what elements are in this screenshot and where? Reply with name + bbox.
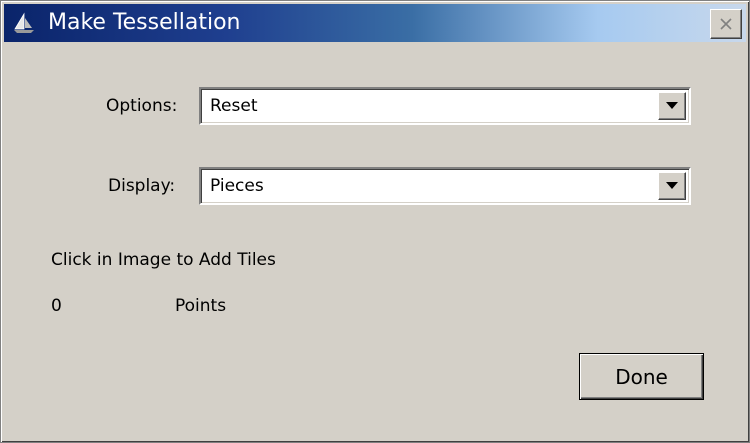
points-count: 0: [51, 296, 62, 316]
display-label: Display:: [108, 176, 176, 196]
title-bar[interactable]: Make Tessellation: [4, 4, 746, 42]
chevron-down-icon: [666, 182, 678, 189]
options-selected-value: Reset: [210, 96, 258, 116]
dialog-window: Make Tessellation Options: Reset Display…: [0, 0, 750, 443]
display-selected-value: Pieces: [210, 176, 264, 196]
window-title: Make Tessellation: [48, 10, 241, 35]
close-button[interactable]: [710, 9, 742, 39]
done-button[interactable]: Done: [579, 353, 704, 400]
options-dropdown-arrow[interactable]: [658, 92, 686, 120]
app-icon: [14, 12, 34, 33]
options-dropdown[interactable]: Reset: [199, 87, 691, 125]
points-label: Points: [175, 296, 227, 316]
chevron-down-icon: [666, 102, 678, 109]
display-dropdown-arrow[interactable]: [658, 172, 686, 200]
display-dropdown[interactable]: Pieces: [199, 167, 691, 205]
options-label: Options:: [106, 96, 178, 116]
instruction-text: Click in Image to Add Tiles: [51, 250, 276, 270]
close-icon: [720, 18, 732, 30]
